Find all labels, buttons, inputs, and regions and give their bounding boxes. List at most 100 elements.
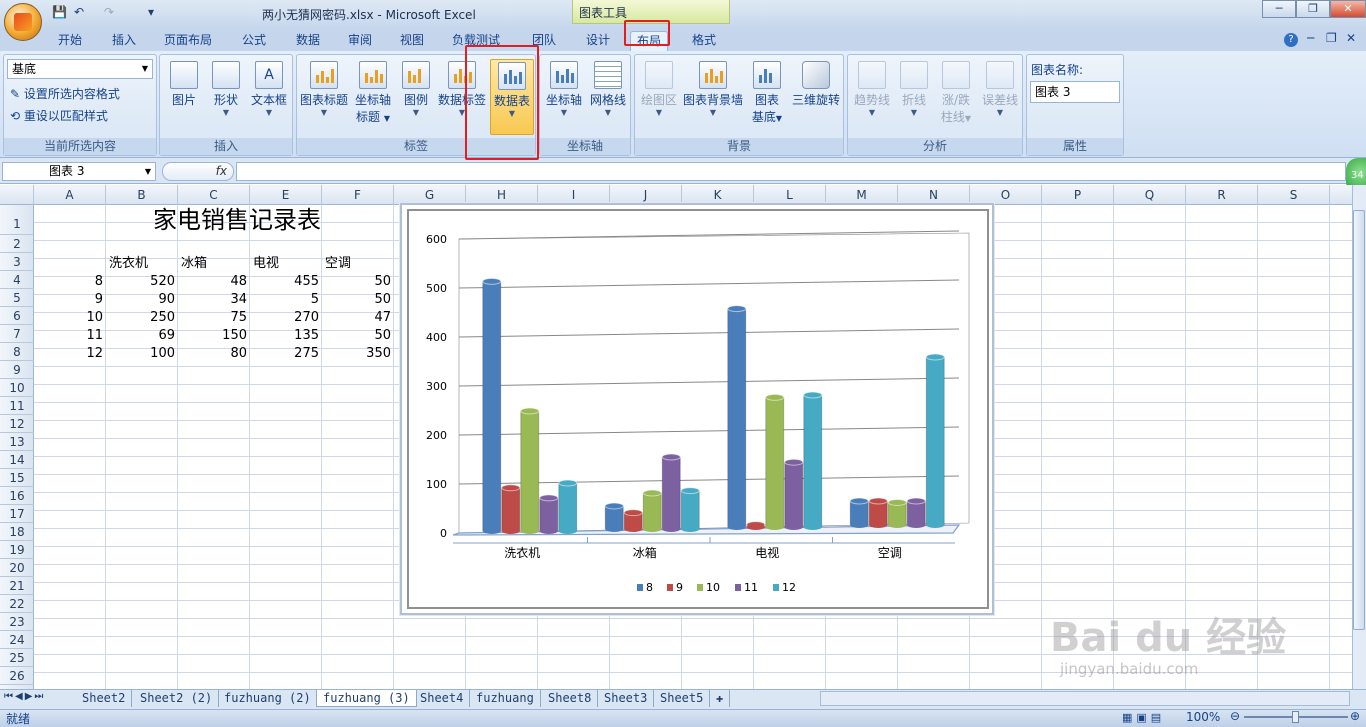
column-header[interactable]: B (106, 185, 178, 205)
chart-bar-base[interactable] (869, 522, 888, 528)
row-header[interactable]: 26 (0, 667, 34, 685)
chart-bar-base[interactable] (803, 524, 822, 530)
header-cell[interactable]: 冰箱 (181, 255, 249, 273)
chart-bar-base[interactable] (605, 526, 624, 532)
row-header[interactable]: 12 (0, 415, 34, 433)
help-icon[interactable]: ? (1284, 33, 1298, 47)
chart-bar-body[interactable] (784, 461, 804, 528)
header-cell[interactable]: 电视 (253, 255, 321, 273)
row-header[interactable]: 8 (0, 343, 34, 361)
chart-bar-body[interactable] (925, 356, 945, 526)
axis-titles-button[interactable]: 坐标轴 标题 ▼ (351, 59, 395, 125)
reset-style-button[interactable]: ⟲ 重设以匹配样式 (10, 107, 108, 124)
data-cell[interactable]: 455 (250, 273, 319, 291)
chart-bar-body[interactable] (868, 500, 888, 526)
select-all-corner[interactable] (0, 185, 34, 205)
picture-button[interactable]: 图片 (164, 59, 204, 108)
chart-bar[interactable] (604, 502, 624, 532)
sheet-tab[interactable]: fuzhuang (2) (218, 690, 318, 707)
data-cell[interactable]: 34 (178, 291, 247, 309)
data-cell[interactable]: 10 (34, 309, 103, 327)
formula-input[interactable] (236, 162, 1346, 181)
zoom-out-icon[interactable]: ⊖ (1230, 709, 1240, 723)
minimize-button[interactable]: ─ (1262, 0, 1296, 18)
vertical-scroll-thumb[interactable] (1353, 210, 1365, 630)
chart-bar-body[interactable] (539, 497, 559, 532)
data-cell[interactable]: 48 (178, 273, 247, 291)
chart-bar-top[interactable] (623, 509, 643, 517)
chart-bar[interactable] (558, 479, 578, 534)
chart-bar-base[interactable] (926, 522, 945, 528)
row-header[interactable]: 6 (0, 307, 34, 325)
row-header[interactable]: 17 (0, 505, 34, 523)
chart-bar-base[interactable] (482, 528, 501, 534)
chart-bar-top[interactable] (642, 489, 662, 497)
tab-home[interactable]: 开始 (52, 31, 88, 51)
data-cell[interactable]: 150 (178, 327, 247, 345)
chart-bar-base[interactable] (520, 528, 539, 534)
ribbon-close-icon[interactable]: ✕ (1346, 31, 1356, 45)
row-header[interactable]: 11 (0, 397, 34, 415)
data-cell[interactable]: 11 (34, 327, 103, 345)
column-header[interactable]: G (394, 185, 466, 205)
shapes-button[interactable]: 形状 ▼ (206, 59, 246, 117)
sheet-tab[interactable]: Sheet2 (76, 690, 133, 707)
gridlines-button[interactable]: 网格线 ▼ (587, 59, 629, 117)
column-header[interactable]: S (1258, 185, 1330, 205)
data-cell[interactable]: 50 (322, 327, 391, 345)
column-header[interactable]: N (898, 185, 970, 205)
row-header[interactable]: 3 (0, 253, 34, 271)
chart-bar-top[interactable] (604, 502, 624, 510)
chart-bar-base[interactable] (850, 522, 869, 528)
chart-bar-body[interactable] (727, 308, 747, 528)
chart-floor-button[interactable]: 图表 基底▼ (745, 59, 789, 125)
column-header[interactable]: K (682, 185, 754, 205)
sheet-tab[interactable]: Sheet5 (654, 690, 711, 707)
plot-area-button[interactable]: 绘图区 ▼ (637, 59, 681, 117)
trendline-button[interactable]: 趋势线 ▼ (850, 59, 894, 117)
chart-bar[interactable] (906, 497, 926, 528)
chart-bar-body[interactable] (765, 396, 785, 528)
close-button[interactable]: ✕ (1330, 0, 1366, 18)
data-cell[interactable]: 90 (106, 291, 175, 309)
data-cell[interactable]: 5 (250, 291, 319, 309)
chart-bar-base[interactable] (681, 526, 700, 532)
header-cell[interactable]: 洗衣机 (109, 255, 177, 273)
format-selection-button[interactable]: ✎ 设置所选内容格式 (10, 85, 120, 102)
insert-sheet-icon[interactable]: ✚ (710, 690, 731, 707)
chart-title-button[interactable]: 图表标题 ▼ (299, 59, 349, 117)
row-header[interactable]: 19 (0, 541, 34, 559)
column-header[interactable]: O (970, 185, 1042, 205)
chart-area[interactable]: 0 100 200 300 400 500 600 洗衣机 冰箱 电视 空调 8 9 10 11 12 (407, 209, 989, 609)
data-cell[interactable]: 270 (250, 309, 319, 327)
tab-view[interactable]: 视图 (394, 31, 430, 51)
legend-button[interactable]: 图例 ▼ (397, 59, 435, 117)
name-box[interactable]: 图表 3 ▼ (2, 162, 156, 181)
data-cell[interactable]: 50 (322, 291, 391, 309)
chart-bar-base[interactable] (501, 528, 520, 534)
row-header[interactable]: 10 (0, 379, 34, 397)
row-header[interactable]: 24 (0, 631, 34, 649)
data-cell[interactable]: 100 (106, 345, 175, 363)
sheet-nav-arrows-icon[interactable]: ⏮◀▶⏭ (4, 691, 45, 702)
data-cell[interactable]: 275 (250, 345, 319, 363)
chart-bar-top[interactable] (558, 479, 578, 487)
save-icon[interactable]: 💾 (52, 5, 67, 21)
undo-icon[interactable]: ↶ (74, 5, 84, 21)
data-cell[interactable]: 12 (34, 345, 103, 363)
tab-formulas[interactable]: 公式 (236, 31, 272, 51)
3d-rotation-button[interactable]: 三维旋转 (789, 59, 843, 108)
axes-button[interactable]: 坐标轴 ▼ (543, 59, 585, 117)
chart-bar[interactable] (925, 353, 945, 528)
data-cell[interactable]: 135 (250, 327, 319, 345)
chart-bar-body[interactable] (501, 487, 521, 532)
chart-bar-top[interactable] (539, 494, 559, 502)
chart-bar-body[interactable] (849, 500, 869, 526)
column-header[interactable]: M (826, 185, 898, 205)
view-buttons-icon[interactable]: ▦▣▤ (1122, 711, 1178, 725)
column-header[interactable]: H (466, 185, 538, 205)
chart-bar[interactable] (746, 521, 766, 530)
office-button[interactable] (4, 3, 42, 41)
column-header[interactable]: J (610, 185, 682, 205)
chart-bar-top[interactable] (680, 487, 700, 495)
